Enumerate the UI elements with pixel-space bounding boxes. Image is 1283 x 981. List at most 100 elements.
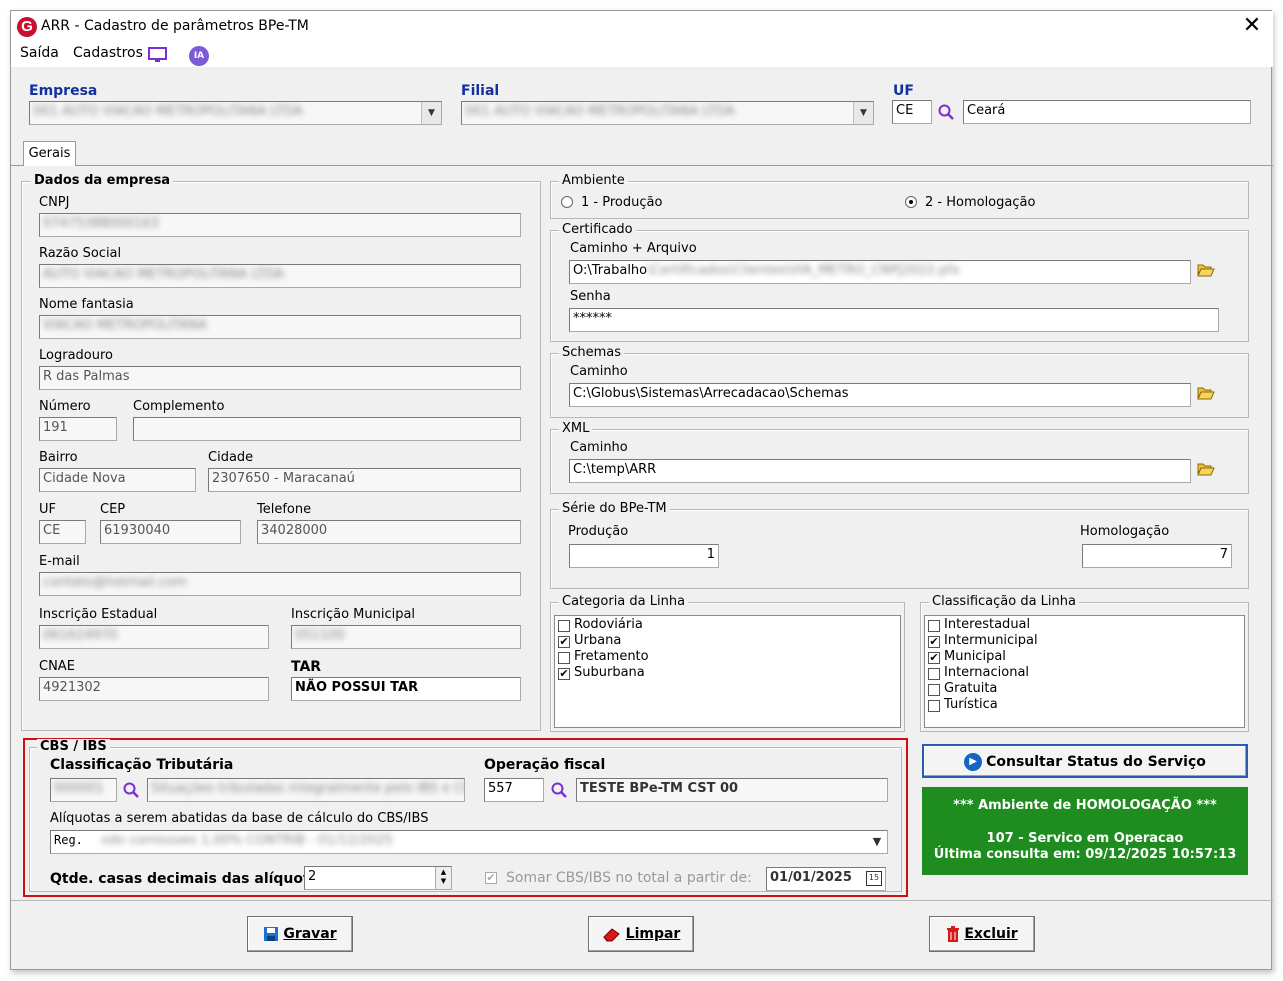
class-trib-desc-value: Situações tributadas integralmente pelo … xyxy=(151,781,465,796)
search-icon[interactable] xyxy=(938,104,954,120)
empresa-value: 001 AUTO VIACAO METROPOLITANA LTDA xyxy=(33,104,303,119)
cert-path-label: Caminho + Arquivo xyxy=(570,241,697,256)
email-field: contato@hotmail.com xyxy=(39,572,521,596)
somar-date-input[interactable]: 01/01/2025 15 xyxy=(766,867,886,891)
radio-producao-label: 1 - Produção xyxy=(581,195,663,210)
email-value: contato@hotmail.com xyxy=(43,575,187,590)
filial-value: 001 AUTO VIACAO METROPOLITANA LTDA xyxy=(465,104,735,119)
main-window: G ARR - Cadastro de parâmetros BPe-TM ✕ … xyxy=(10,10,1273,970)
qtde-value: 2 xyxy=(308,869,317,884)
class-trib-label: Classificação Tributária xyxy=(50,757,234,773)
xml-path-input[interactable]: C:\temp\ARR xyxy=(569,459,1191,483)
uf-empresa-label: UF xyxy=(39,502,56,517)
limpar-button[interactable]: Limpar xyxy=(588,916,694,952)
somar-date-value: 01/01/2025 xyxy=(770,870,852,885)
somar-checkbox[interactable]: ✔ xyxy=(485,872,497,884)
qtde-label: Qtde. casas decimais das alíquotas xyxy=(50,871,328,887)
save-icon xyxy=(264,927,279,941)
class-trib-code[interactable]: 000001 xyxy=(50,778,117,802)
filial-label: Filial xyxy=(461,83,500,99)
uf-input[interactable]: CE xyxy=(892,100,932,124)
complemento-field xyxy=(133,417,521,441)
classificacao-check-intermunicipal[interactable]: ✔ xyxy=(928,636,940,648)
classificacao-item-label: Turística xyxy=(944,697,998,712)
cidade-label: Cidade xyxy=(208,450,254,465)
close-icon[interactable]: ✕ xyxy=(1241,13,1263,39)
chevron-down-icon[interactable]: ▼ xyxy=(421,102,441,124)
aliq-combo[interactable]: Reg. xdo comissoes 1,00% CONTRIB - 01/12… xyxy=(50,830,888,854)
schemas-title: Schemas xyxy=(559,345,625,360)
search-icon[interactable] xyxy=(123,782,139,798)
trash-icon xyxy=(947,926,960,942)
cep-field: 61930040 xyxy=(100,520,241,544)
cnpj-label: CNPJ xyxy=(39,195,70,210)
ie-value: 061624970 xyxy=(43,628,118,643)
cnpj-value: 07475388000163 xyxy=(43,216,159,231)
chevron-down-icon[interactable]: ▼ xyxy=(853,102,873,124)
excluir-button[interactable]: Excluir xyxy=(929,916,1035,952)
radio-homologacao[interactable] xyxy=(905,196,917,208)
eraser-icon xyxy=(602,928,620,942)
serie-homologacao-label: Homologação xyxy=(1080,524,1170,539)
classificacao-check-interestadual[interactable] xyxy=(928,620,940,632)
schemas-path-input[interactable]: C:\Globus\Sistemas\Arrecadacao\Schemas xyxy=(569,383,1191,407)
menu-cadastros[interactable]: Cadastros xyxy=(73,45,143,61)
status-line-2: 107 - Servico em Operacao xyxy=(986,831,1184,846)
classificacao-check-turistica[interactable] xyxy=(928,700,940,712)
spinner-arrows-icon[interactable]: ▲ ▼ xyxy=(435,867,451,889)
aliq-prefix: Reg. xyxy=(54,833,83,847)
play-icon: ▶ xyxy=(964,753,983,771)
folder-open-icon[interactable] xyxy=(1197,386,1215,404)
serie-producao-label: Produção xyxy=(568,524,629,539)
categoria-check-rodoviaria[interactable] xyxy=(558,620,570,632)
cert-path-input[interactable]: O:\Trabalho\Certificados\Clientes\VIA_ME… xyxy=(569,260,1191,284)
status-line-1: *** Ambiente de HOMOLOGAÇÃO *** xyxy=(953,798,1217,813)
im-value: 051100 xyxy=(295,628,345,643)
telefone-label: Telefone xyxy=(257,502,312,517)
fantasia-label: Nome fantasia xyxy=(39,297,134,312)
calendar-icon[interactable]: 15 xyxy=(866,871,882,886)
folder-open-icon[interactable] xyxy=(1197,462,1215,480)
footer-divider xyxy=(11,900,1273,901)
categoria-check-fretamento[interactable] xyxy=(558,652,570,664)
menu-saida[interactable]: Saída xyxy=(20,45,59,61)
categoria-check-suburbana[interactable]: ✔ xyxy=(558,668,570,680)
razao-field: AUTO VIACAO METROPOLITANA LTDA xyxy=(39,264,521,288)
classificacao-check-gratuita[interactable] xyxy=(928,684,940,696)
search-icon[interactable] xyxy=(551,782,567,798)
consultar-status-button[interactable]: ▶ Consultar Status do Serviço xyxy=(922,744,1248,778)
classificacao-check-municipal[interactable]: ✔ xyxy=(928,652,940,664)
aliq-label: Alíquotas a serem abatidas da base de cá… xyxy=(50,811,429,826)
empresa-combo[interactable]: 001 AUTO VIACAO METROPOLITANA LTDA ▼ xyxy=(29,101,442,125)
telefone-field: 34028000 xyxy=(257,520,521,544)
razao-value: AUTO VIACAO METROPOLITANA LTDA xyxy=(43,267,284,282)
op-fiscal-code[interactable]: 557 xyxy=(484,778,544,802)
serie-producao-input[interactable]: 1 xyxy=(569,544,719,568)
categoria-check-urbana[interactable]: ✔ xyxy=(558,636,570,648)
folder-open-icon[interactable] xyxy=(1197,263,1215,281)
filial-combo[interactable]: 001 AUTO VIACAO METROPOLITANA LTDA ▼ xyxy=(461,101,874,125)
radio-producao[interactable] xyxy=(561,196,573,208)
xml-path-label: Caminho xyxy=(570,440,628,455)
qtde-spinner[interactable]: 2 ▲ ▼ xyxy=(304,866,452,890)
monitor-icon[interactable] xyxy=(148,47,167,62)
numero-label: Número xyxy=(39,399,91,414)
classificacao-check-internacional[interactable] xyxy=(928,668,940,680)
email-label: E-mail xyxy=(39,554,80,569)
fantasia-value: VIACAO METROPOLITANA xyxy=(43,318,207,333)
classificacao-title: Classificação da Linha xyxy=(929,594,1079,609)
cnae-label: CNAE xyxy=(39,659,75,674)
ia-icon[interactable]: IA xyxy=(189,46,209,66)
classificacao-item-label: Interestadual xyxy=(944,617,1031,632)
classificacao-item-label: Internacional xyxy=(944,665,1030,680)
serie-homologacao-input[interactable]: 7 xyxy=(1082,544,1232,568)
cert-path-hidden: \Certificados\Clientes\VIA_METRO_CNPJ202… xyxy=(647,263,960,278)
classificacao-item-label: Intermunicipal xyxy=(944,633,1038,648)
tab-gerais[interactable]: Gerais xyxy=(23,141,76,166)
senha-input[interactable]: ****** xyxy=(569,308,1219,332)
serie-title: Série do BPe-TM xyxy=(559,501,670,516)
chevron-down-icon[interactable]: ▼ xyxy=(867,831,887,853)
empresa-label: Empresa xyxy=(29,83,98,99)
gravar-button[interactable]: Gravar xyxy=(247,916,353,952)
im-field: 051100 xyxy=(291,625,521,649)
